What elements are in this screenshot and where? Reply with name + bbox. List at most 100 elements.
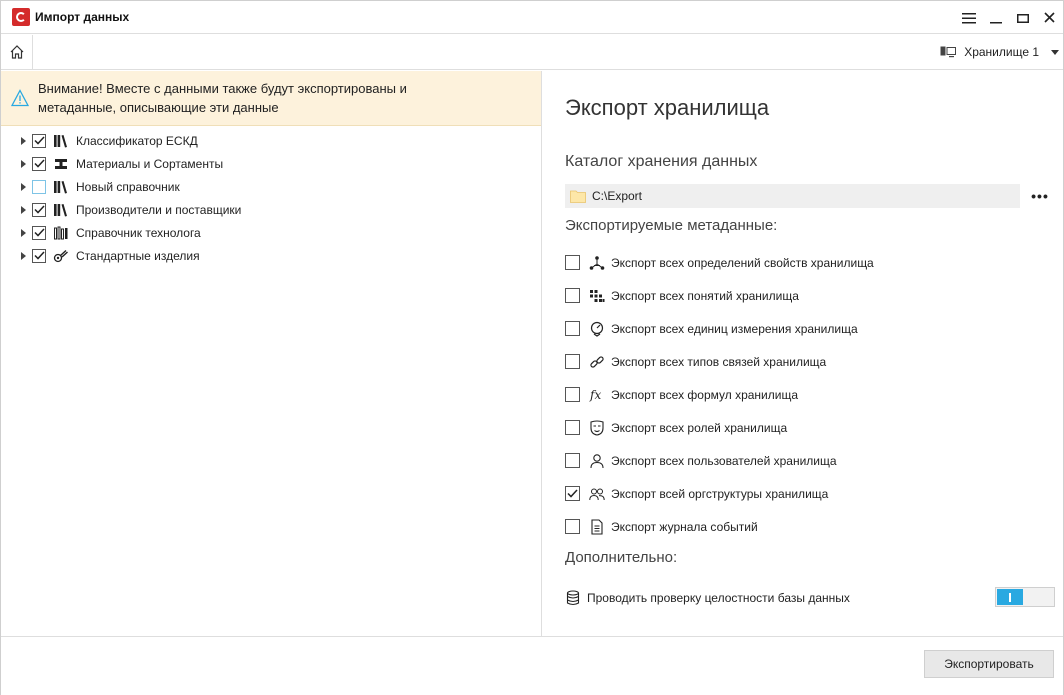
page-title: Экспорт хранилища (565, 95, 770, 120)
home-icon (10, 45, 23, 59)
metadata-item-concepts[interactable]: Экспорт всех понятий хранилища (565, 279, 1045, 312)
metadata-checkbox[interactable] (565, 486, 580, 501)
minimize-button[interactable] (982, 1, 1009, 34)
integrity-check-row: Проводить проверку целостности базы данн… (565, 587, 1055, 609)
checkmark-icon (567, 489, 578, 498)
database-icon (565, 590, 581, 606)
expand-arrow-icon[interactable] (21, 205, 26, 214)
expand-arrow-icon[interactable] (21, 182, 26, 191)
tree-item-classifier[interactable]: Классификатор ЕСКД (1, 129, 541, 152)
app-logo (12, 8, 30, 26)
metadata-label: Экспорт всех ролей хранилища (611, 420, 788, 435)
metadata-label: Экспорт всех единиц измерения хранилища (611, 321, 858, 336)
browse-more-button[interactable]: ••• (1028, 184, 1052, 208)
tree-item-new-directory[interactable]: Новый справочник (1, 175, 541, 198)
checkmark-icon (33, 159, 45, 168)
tree-checkbox[interactable] (32, 133, 46, 148)
warning-line-2: метаданные, описывающие эти данные (38, 100, 279, 115)
tree-checkbox[interactable] (32, 248, 46, 263)
books-icon (52, 202, 70, 218)
home-button[interactable] (1, 35, 33, 69)
minimize-icon (989, 21, 1002, 23)
menu-button[interactable] (955, 1, 982, 34)
chevron-down-icon (1051, 49, 1059, 55)
export-panel: Экспорт хранилища Каталог хранения данны… (543, 71, 1063, 636)
metadata-label: Экспорт всех определений свойств хранили… (611, 255, 874, 270)
metadata-item-users[interactable]: Экспорт всех пользователей хранилища (565, 444, 1045, 477)
tree-item-technologist[interactable]: Справочник технолога (1, 221, 541, 244)
tree-item-label: Производители и поставщики (76, 202, 242, 217)
folder-icon (570, 190, 586, 203)
concepts-icon (589, 288, 605, 304)
storage-label: Хранилище 1 (964, 45, 1039, 59)
books-icon (52, 179, 70, 195)
materials-icon (52, 156, 70, 172)
tree-item-label: Новый справочник (76, 179, 180, 194)
toolbar: Хранилище 1 (1, 35, 1063, 70)
expand-arrow-icon[interactable] (21, 159, 26, 168)
metadata-item-formulas[interactable]: fx Экспорт всех формул хранилища (565, 378, 1045, 411)
roles-icon (589, 419, 605, 436)
metadata-checkbox[interactable] (565, 519, 580, 534)
metadata-checkbox[interactable] (565, 420, 580, 435)
title-bar: Импорт данных (1, 1, 1063, 34)
tree-checkbox[interactable] (32, 156, 46, 171)
metadata-heading: Экспортируемые метаданные: (565, 217, 778, 234)
tree-item-standard-parts[interactable]: Стандартные изделия (1, 244, 541, 267)
metadata-item-units[interactable]: Экспорт всех единиц измерения хранилища (565, 312, 1045, 345)
tools-icon (52, 225, 70, 241)
metadata-item-links[interactable]: Экспорт всех типов связей хранилища (565, 345, 1045, 378)
users-icon (589, 486, 605, 502)
window-title: Импорт данных (35, 10, 130, 24)
metadata-checkbox[interactable] (565, 288, 580, 303)
maximize-button[interactable] (1009, 1, 1036, 34)
checkmark-icon (33, 205, 45, 214)
svg-text:fx: fx (589, 388, 601, 402)
catalog-heading: Каталог хранения данных (565, 153, 758, 170)
metadata-checkbox[interactable] (565, 321, 580, 336)
metadata-label: Экспорт журнала событий (611, 519, 758, 534)
export-button[interactable]: Экспортировать (924, 650, 1054, 678)
metadata-checkbox[interactable] (565, 453, 580, 468)
metadata-item-roles[interactable]: Экспорт всех ролей хранилища (565, 411, 1045, 444)
maximize-icon (1016, 13, 1029, 23)
integrity-label: Проводить проверку целостности базы данн… (587, 591, 850, 605)
parts-icon (52, 248, 70, 264)
window-controls (955, 1, 1063, 34)
tree-checkbox[interactable] (32, 179, 46, 194)
formula-icon: fx (589, 387, 605, 403)
tree-item-label: Стандартные изделия (76, 248, 200, 263)
metadata-label: Экспорт всех понятий хранилища (611, 288, 799, 303)
metadata-label: Экспорт всех пользователей хранилища (611, 453, 837, 468)
metadata-checkbox[interactable] (565, 354, 580, 369)
tree-checkbox[interactable] (32, 225, 46, 240)
metadata-checkbox[interactable] (565, 255, 580, 270)
metadata-item-orgstructure[interactable]: Экспорт всей оргструктуры хранилища (565, 477, 1045, 510)
expand-arrow-icon[interactable] (21, 228, 26, 237)
warning-text: Внимание! Вместе с данными также будут э… (38, 79, 407, 117)
metadata-label: Экспорт всей оргструктуры хранилища (611, 486, 829, 501)
hamburger-icon (961, 12, 976, 23)
import-data-window: Импорт данных Хранилище 1 Внимание! Вмес… (0, 0, 1064, 695)
metadata-item-eventlog[interactable]: Экспорт журнала событий (565, 510, 1045, 543)
toggle-knob (997, 589, 1023, 605)
tree-item-label: Классификатор ЕСКД (76, 133, 198, 148)
properties-icon (589, 255, 605, 271)
checkmark-icon (33, 251, 45, 260)
metadata-list: Экспорт всех определений свойств хранили… (565, 246, 1045, 543)
expand-arrow-icon[interactable] (21, 251, 26, 260)
storage-selector[interactable]: Хранилище 1 (940, 35, 1059, 69)
warning-icon (11, 89, 29, 107)
export-path-field[interactable]: C:\Export (565, 184, 1020, 208)
integrity-toggle[interactable] (995, 587, 1055, 607)
directory-tree: Классификатор ЕСКД Материалы и Сортамент… (1, 126, 541, 267)
tree-checkbox[interactable] (32, 202, 46, 217)
expand-arrow-icon[interactable] (21, 136, 26, 145)
tree-item-materials[interactable]: Материалы и Сортаменты (1, 152, 541, 175)
metadata-label: Экспорт всех типов связей хранилища (611, 354, 827, 369)
close-button[interactable] (1036, 1, 1063, 34)
extra-heading: Дополнительно: (565, 549, 678, 566)
metadata-checkbox[interactable] (565, 387, 580, 402)
tree-item-manufacturers[interactable]: Производители и поставщики (1, 198, 541, 221)
metadata-item-properties[interactable]: Экспорт всех определений свойств хранили… (565, 246, 1045, 279)
